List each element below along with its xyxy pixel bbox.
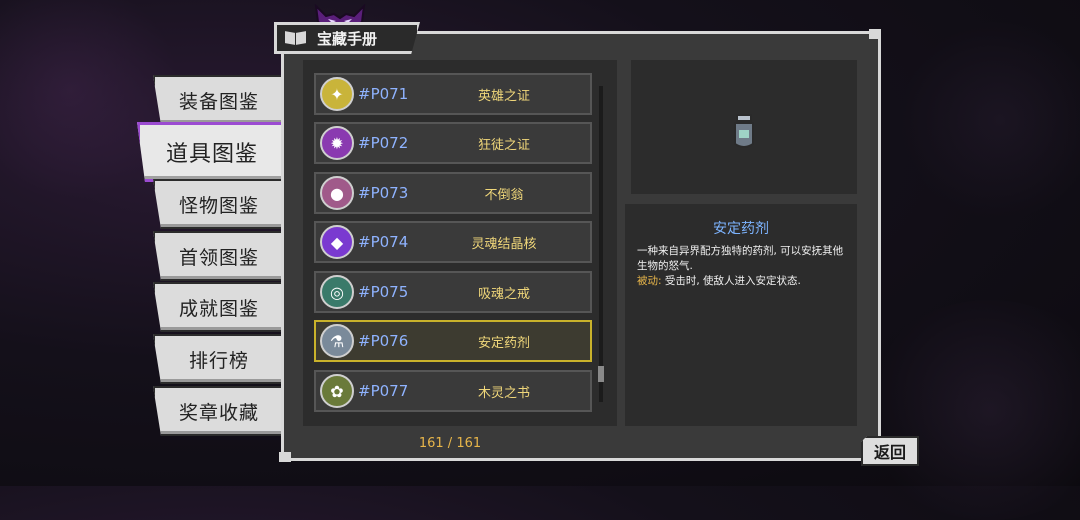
item-code: #P077 xyxy=(358,382,409,400)
potion-icon: ⚗ xyxy=(320,324,354,358)
hero-badge-icon: ✦ xyxy=(320,77,354,111)
list-item[interactable]: ✿ #P077 木灵之书 xyxy=(314,370,592,412)
list-item[interactable]: ◎ #P075 吸魂之戒 xyxy=(314,271,592,313)
item-code: #P074 xyxy=(358,233,409,251)
item-counter: 161 / 161 xyxy=(418,436,482,451)
scrollbar-track[interactable] xyxy=(599,86,603,402)
item-code: #P072 xyxy=(358,134,409,152)
list-item[interactable]: ● #P073 不倒翁 xyxy=(314,172,592,214)
item-description: 一种来自异界配方独特的药剂, 可以安抚其他生物的怒气. xyxy=(637,245,844,272)
wood-book-icon: ✿ xyxy=(320,374,354,408)
item-name: 不倒翁 xyxy=(484,187,524,203)
potion-icon xyxy=(734,114,754,148)
list-item-selected[interactable]: ⚗ #P076 安定药剂 xyxy=(314,320,592,362)
item-code: #P076 xyxy=(358,332,409,350)
back-button[interactable]: 返回 xyxy=(861,436,919,466)
soul-ring-icon: ◎ xyxy=(320,275,354,309)
item-list[interactable]: ✦ #P071 英雄之证 ✹ #P072 狂徒之证 ● #P073 不倒翁 ◆ … xyxy=(303,60,617,426)
passive-label: 被动: xyxy=(637,275,662,287)
tab-boss-codex[interactable]: 首领图鉴 xyxy=(153,231,285,281)
page-title: 宝藏手册 xyxy=(317,29,378,48)
tumbler-icon: ● xyxy=(320,176,354,210)
frame-corner xyxy=(279,452,291,462)
codex-title-tab: 宝藏手册 xyxy=(274,22,420,54)
book-icon xyxy=(285,30,307,46)
tab-monster-codex[interactable]: 怪物图鉴 xyxy=(153,179,285,229)
tab-leaderboard[interactable]: 排行榜 xyxy=(153,334,285,384)
item-preview-panel xyxy=(631,60,857,194)
passive-text: 受击时, 使敌人进入安定状态. xyxy=(661,275,801,287)
item-code: #P071 xyxy=(358,85,409,103)
frame-corner xyxy=(869,29,881,39)
item-name: 狂徒之证 xyxy=(477,137,530,153)
madman-badge-icon: ✹ xyxy=(320,126,354,160)
tab-medal-collection[interactable]: 奖章收藏 xyxy=(153,386,285,436)
tab-achievement-codex[interactable]: 成就图鉴 xyxy=(153,282,285,332)
item-name: 英雄之证 xyxy=(477,88,530,104)
item-name: 安定药剂 xyxy=(477,335,530,351)
item-detail-title: 安定药剂 xyxy=(713,221,769,237)
item-description-panel: 安定药剂 一种来自异界配方独特的药剂, 可以安抚其他生物的怒气. 被动: 受击时… xyxy=(625,204,857,426)
tab-item-codex[interactable]: 道具图鉴 xyxy=(137,122,287,182)
scrollbar-thumb[interactable] xyxy=(598,366,604,382)
item-name: 木灵之书 xyxy=(477,385,530,401)
item-detail-body: 一种来自异界配方独特的药剂, 可以安抚其他生物的怒气. 被动: 受击时, 使敌人… xyxy=(637,244,849,289)
list-item[interactable]: ✹ #P072 狂徒之证 xyxy=(314,122,592,164)
tab-equipment-codex[interactable]: 装备图鉴 xyxy=(153,75,285,125)
list-item[interactable]: ◆ #P074 灵魂结晶核 xyxy=(314,221,592,263)
item-code: #P075 xyxy=(358,283,409,301)
item-name: 吸魂之戒 xyxy=(477,286,530,302)
soul-crystal-icon: ◆ xyxy=(320,225,354,259)
item-name: 灵魂结晶核 xyxy=(471,236,537,252)
item-code: #P073 xyxy=(358,184,409,202)
list-item[interactable]: ✦ #P071 英雄之证 xyxy=(314,73,592,115)
